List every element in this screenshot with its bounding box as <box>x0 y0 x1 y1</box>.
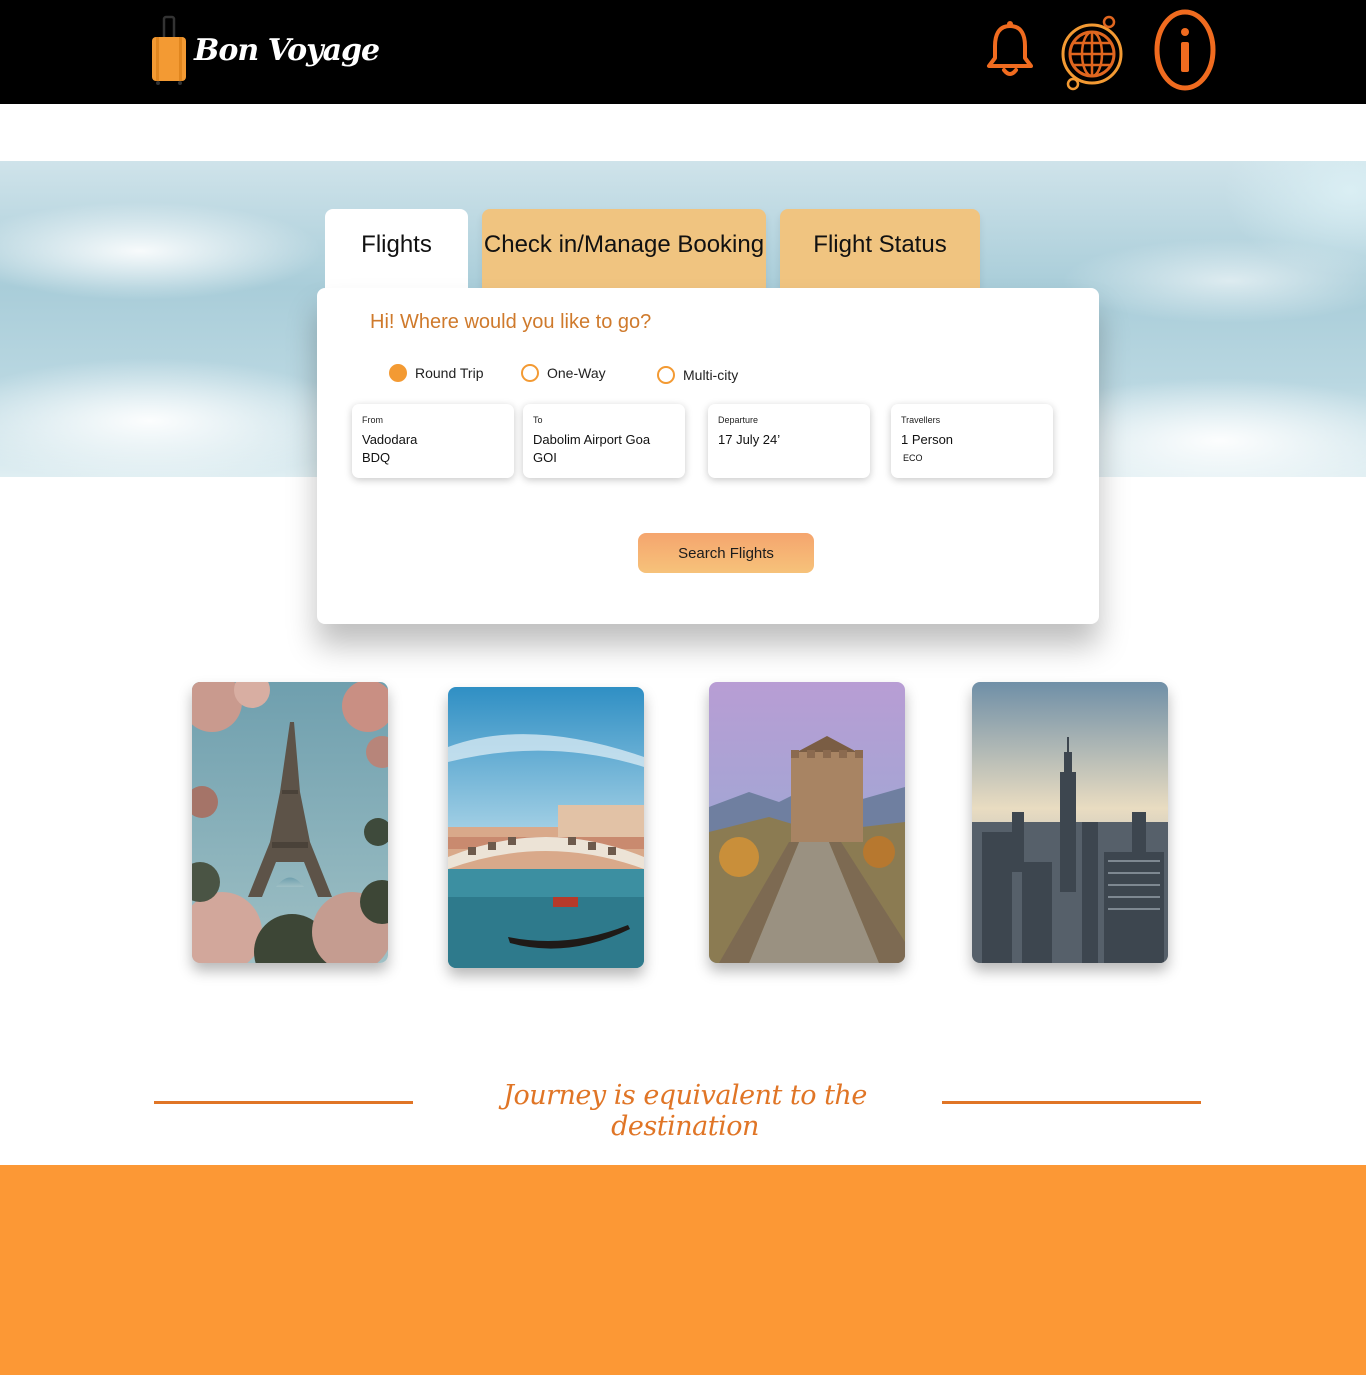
departure-date: 17 July 24’ <box>718 432 781 447</box>
tagline-divider-left <box>154 1101 413 1104</box>
info-icon[interactable] <box>1152 8 1218 92</box>
tagline-divider-right <box>942 1101 1201 1104</box>
departure-label: Departure <box>718 415 759 425</box>
from-label: From <box>362 415 383 425</box>
destination-card-paris[interactable] <box>192 682 388 963</box>
travellers-count: 1 Person <box>901 432 954 447</box>
tab-check-in-manage-booking[interactable]: Check in/Manage Booking <box>482 209 766 291</box>
tagline-text: Journey is equivalent to the destination <box>503 1080 867 1142</box>
travellers-label: Travellers <box>901 415 941 425</box>
bell-icon[interactable] <box>984 20 1036 80</box>
travellers-field[interactable]: Travellers 1 Person ECO <box>891 404 1053 478</box>
to-label: To <box>533 415 543 425</box>
tab-flight-status[interactable]: Flight Status <box>780 209 980 291</box>
brand-logo[interactable]: Bon Voyage <box>150 14 380 86</box>
to-code: GOI <box>533 450 557 465</box>
trip-type-label: Round Trip <box>415 365 484 381</box>
from-code: BDQ <box>362 450 391 465</box>
radio-unselected-icon[interactable] <box>521 364 539 382</box>
radio-unselected-icon[interactable] <box>657 366 675 384</box>
footer <box>0 1165 1366 1375</box>
trip-type-round-trip[interactable]: Round Trip <box>389 364 483 382</box>
suitcase-icon <box>152 15 186 85</box>
destination-card-great-wall[interactable] <box>709 682 905 963</box>
tab-flights[interactable]: Flights <box>325 209 468 291</box>
to-city: Dabolim Airport Goa <box>533 432 651 447</box>
top-bar: Bon Voyage <box>0 0 1366 104</box>
radio-selected-icon[interactable] <box>389 364 407 382</box>
to-field[interactable]: To Dabolim Airport Goa GOI <box>523 404 685 478</box>
trip-type-label: One-Way <box>547 365 606 381</box>
departure-field[interactable]: Departure 17 July 24’ <box>708 404 870 478</box>
booking-panel: Hi! Where would you like to go? Round Tr… <box>317 288 1099 624</box>
trip-type-label: Multi-city <box>683 367 739 383</box>
venice-image <box>448 687 644 968</box>
search-flights-button[interactable]: Search Flights <box>638 533 814 573</box>
destination-card-venice[interactable] <box>448 687 644 968</box>
new-york-image <box>972 682 1168 963</box>
trip-type-multi-city[interactable]: Multi-city <box>657 366 738 384</box>
from-city: Vadodara <box>362 432 418 447</box>
from-field[interactable]: From Vadodara BDQ <box>352 404 514 478</box>
travel-class: ECO <box>903 453 923 463</box>
globe-icon[interactable] <box>1058 14 1128 92</box>
eiffel-tower-image <box>192 682 388 963</box>
destination-card-new-york[interactable] <box>972 682 1168 963</box>
brand-name: Bon Voyage <box>194 32 380 68</box>
great-wall-image <box>709 682 905 963</box>
trip-type-one-way[interactable]: One-Way <box>521 364 606 382</box>
greeting-text: Hi! Where would you like to go? <box>370 311 652 333</box>
